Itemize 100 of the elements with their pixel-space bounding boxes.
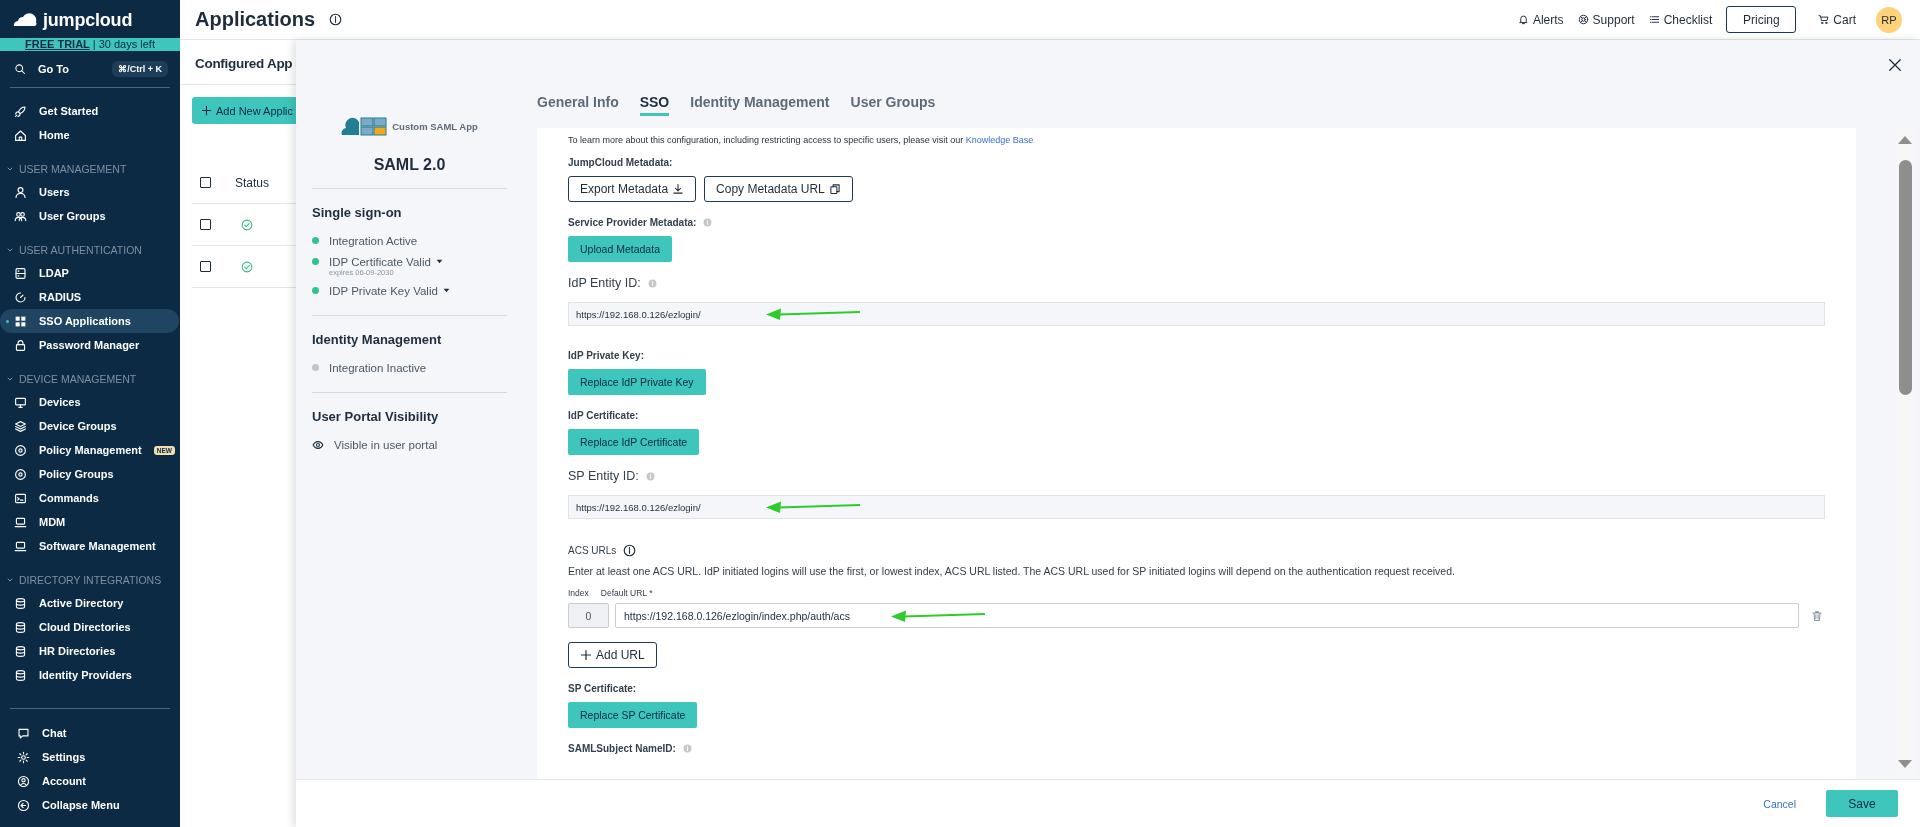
input-field[interactable]: https://192.168.0.126/ezlogin/ (568, 302, 1825, 326)
eye-icon (312, 438, 324, 451)
trial-link[interactable]: FREE TRIAL (25, 38, 90, 51)
field-label: SP Certificate: (568, 682, 637, 694)
sidebar-item[interactable]: HR Directories (0, 639, 179, 663)
go-to-button[interactable]: Go To ⌘/Ctrl + K (0, 51, 180, 87)
sidebar-item[interactable]: Commands (0, 486, 179, 510)
list-icon (1648, 14, 1660, 25)
action-button[interactable]: Replace IdP Certificate (568, 429, 700, 455)
database-icon (14, 644, 27, 658)
action-button[interactable]: Replace IdP Private Key (568, 369, 706, 395)
plus-icon (580, 649, 592, 661)
sidebar-item[interactable]: Chat (0, 721, 178, 745)
sidebar-item[interactable]: Account (0, 769, 178, 793)
sidebar-item[interactable]: Collapse Menu (0, 793, 178, 817)
column-header: Status (235, 175, 270, 190)
app-logo-text: Custom SAML App (392, 120, 478, 132)
protocol-title: SAML 2.0 (312, 156, 507, 189)
checkbox[interactable] (200, 261, 211, 272)
close-button[interactable] (1888, 58, 1902, 72)
action-button[interactable]: Upload Metadata (568, 236, 672, 262)
settings-icon (17, 750, 30, 764)
sidebar-item[interactable]: Devices (0, 390, 179, 414)
knowledge-base-link[interactable]: Knowledge Base (965, 135, 1034, 145)
user-avatar[interactable]: RP (1876, 6, 1902, 33)
section-heading: DEVICE MANAGEMENT (19, 372, 137, 385)
sidebar-item[interactable]: Home (0, 123, 179, 147)
lifebuoy-icon (1577, 14, 1589, 25)
help-text: Enter at least one ACS URL. IdP initiated logins will use the first, or lowest index, ACS URL listed. The ACS URL used for SP initiated logins will depend on the authentication request received. (568, 565, 1456, 577)
section-heading: USER MANAGEMENT (19, 162, 127, 175)
sidebar-item[interactable]: Settings (0, 745, 178, 769)
sidebar-item[interactable]: Active Directory (0, 591, 179, 615)
add-url-button[interactable]: Add URL (568, 642, 657, 668)
pricing-button[interactable]: Pricing (1726, 6, 1797, 33)
target-icon (14, 467, 27, 481)
column-label: Default URL * (600, 588, 653, 598)
sidebar-item[interactable]: Users (0, 180, 179, 204)
sidebar-item[interactable]: Cloud Directories (0, 615, 179, 639)
collapse-icon (17, 798, 30, 812)
status-dot (312, 287, 319, 294)
gauge-icon (14, 290, 27, 304)
sidebar-item[interactable]: Software Management (0, 534, 179, 558)
group-heading: Identity Management (312, 332, 443, 347)
tab[interactable]: SSO (639, 90, 670, 116)
add-application-button[interactable]: Add New Applic (192, 97, 296, 124)
server-icon (14, 266, 27, 280)
index-field[interactable]: 0 (568, 603, 609, 628)
download-icon (672, 183, 685, 195)
section-heading: USER AUTHENTICATION (19, 243, 142, 256)
database-icon (14, 620, 27, 634)
trash-icon (1811, 609, 1823, 622)
sidebar-item[interactable]: RADIUS (0, 285, 179, 309)
field-label: JumpCloud Metadata: (568, 156, 673, 168)
save-button[interactable]: Save (1826, 790, 1898, 817)
field-label: IdP Private Key: (568, 349, 644, 361)
input-field[interactable]: https://192.168.0.126/ezlogin/index.php/auth/acs (615, 603, 1799, 628)
field-label: SAMLSubject NameID: (568, 742, 676, 754)
checkbox[interactable] (200, 219, 211, 230)
sidebar-item[interactable]: Device Groups (0, 414, 179, 438)
tab[interactable]: General Info (537, 90, 619, 116)
cart-link[interactable]: Cart (1818, 12, 1856, 27)
cart-icon (1818, 14, 1830, 25)
sidebar-item[interactable]: Get Started (0, 99, 179, 123)
sidebar-item[interactable]: Identity Providers (0, 663, 179, 687)
terminal-icon (14, 491, 27, 505)
status-text: IDP Certificate Valid (329, 255, 431, 268)
group-heading: User Portal Visibility (312, 409, 440, 424)
field-label: SP Entity ID: (568, 469, 639, 483)
lock-icon (14, 338, 27, 352)
status-dot (312, 258, 319, 265)
tab[interactable]: Identity Management (690, 90, 830, 116)
bell-icon (1517, 14, 1529, 25)
cloud-logo-icon (12, 13, 38, 27)
stack-icon (14, 419, 27, 433)
home-icon (14, 128, 27, 142)
sidebar-item[interactable]: LDAP (0, 261, 179, 285)
section-heading: DIRECTORY INTEGRATIONS (19, 573, 162, 586)
toolbar-link[interactable]: Checklist (1648, 12, 1713, 27)
sidebar-item[interactable]: Policy Groups (0, 462, 179, 486)
metadata-button[interactable]: Copy Metadata URL (704, 176, 853, 202)
action-button[interactable]: Replace SP Certificate (568, 702, 698, 728)
metadata-button[interactable]: Export Metadata (568, 176, 697, 202)
user-icon (14, 185, 27, 199)
sidebar-item[interactable]: Password Manager (0, 333, 179, 357)
sidebar-item[interactable]: MDM (0, 510, 179, 534)
laptop-icon (14, 539, 27, 553)
check-circle-icon (241, 260, 253, 273)
tab[interactable]: User Groups (850, 90, 936, 116)
cancel-button[interactable]: Cancel (1757, 796, 1802, 811)
field-label: ACS URLs (568, 544, 617, 556)
toolbar-link[interactable]: Support (1577, 12, 1635, 27)
sidebar-item[interactable]: User Groups (0, 204, 179, 228)
account-icon (17, 774, 30, 788)
info-icon (329, 13, 342, 26)
checkbox[interactable] (200, 177, 211, 188)
field-label: IdP Entity ID: (568, 276, 641, 290)
sidebar-item[interactable]: SSO Applications (0, 309, 179, 333)
check-circle-icon (241, 218, 253, 231)
input-field[interactable]: https://192.168.0.126/ezlogin/ (568, 495, 1825, 519)
toolbar-link[interactable]: Alerts (1517, 12, 1564, 27)
